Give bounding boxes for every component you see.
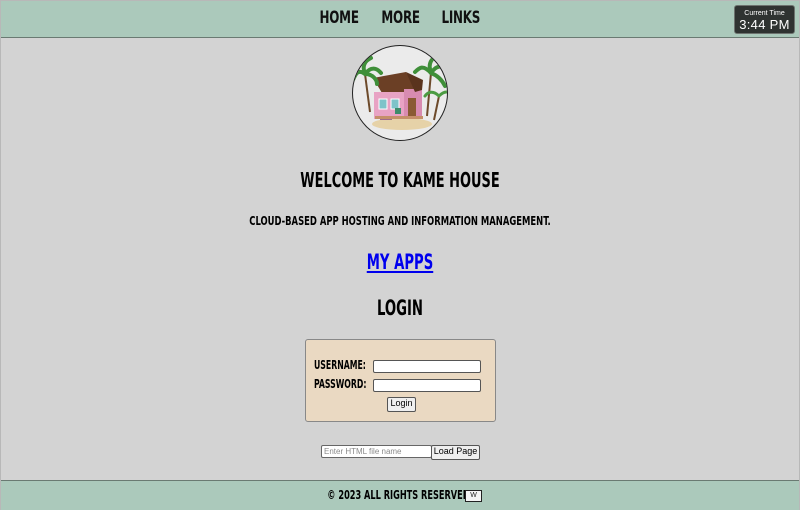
current-time-label: Current Time bbox=[744, 10, 785, 17]
footer-bar: © 2023 All rights reserved. W bbox=[1, 480, 799, 510]
load-page-button[interactable]: Load Page bbox=[431, 445, 480, 460]
my-apps-link[interactable]: My Apps bbox=[121, 250, 680, 274]
nav-more-link[interactable]: More bbox=[381, 8, 420, 28]
header-bar: Home More Links Current Time 3:44 PM bbox=[1, 1, 799, 38]
html-file-name-input[interactable]: Enter HTML file name bbox=[321, 445, 432, 458]
username-field[interactable] bbox=[373, 360, 481, 373]
copyright-text: © 2023 All rights reserved. bbox=[327, 488, 473, 502]
login-form: Username: Password: Login bbox=[305, 339, 496, 422]
page-frame: Home More Links Current Time 3:44 PM bbox=[0, 0, 800, 510]
login-button[interactable]: Login bbox=[387, 397, 416, 412]
current-time-value: 3:44 PM bbox=[739, 17, 790, 32]
password-field[interactable] bbox=[373, 379, 481, 392]
nav-home-link[interactable]: Home bbox=[320, 8, 359, 28]
password-label: Password: bbox=[314, 377, 367, 391]
welcome-heading: Welcome to Kame House bbox=[300, 168, 500, 192]
w3c-badge-icon[interactable]: W bbox=[465, 490, 482, 502]
username-label: Username: bbox=[314, 358, 366, 372]
nav-links-link[interactable]: Links bbox=[442, 8, 481, 28]
beach-house-icon bbox=[353, 54, 447, 130]
main-nav: Home More Links bbox=[1, 8, 799, 28]
kame-house-logo bbox=[352, 45, 448, 141]
login-heading: Login bbox=[377, 296, 423, 320]
tagline-text: Cloud-based app hosting and information … bbox=[249, 214, 551, 228]
current-time-widget: Current Time 3:44 PM bbox=[734, 5, 795, 34]
